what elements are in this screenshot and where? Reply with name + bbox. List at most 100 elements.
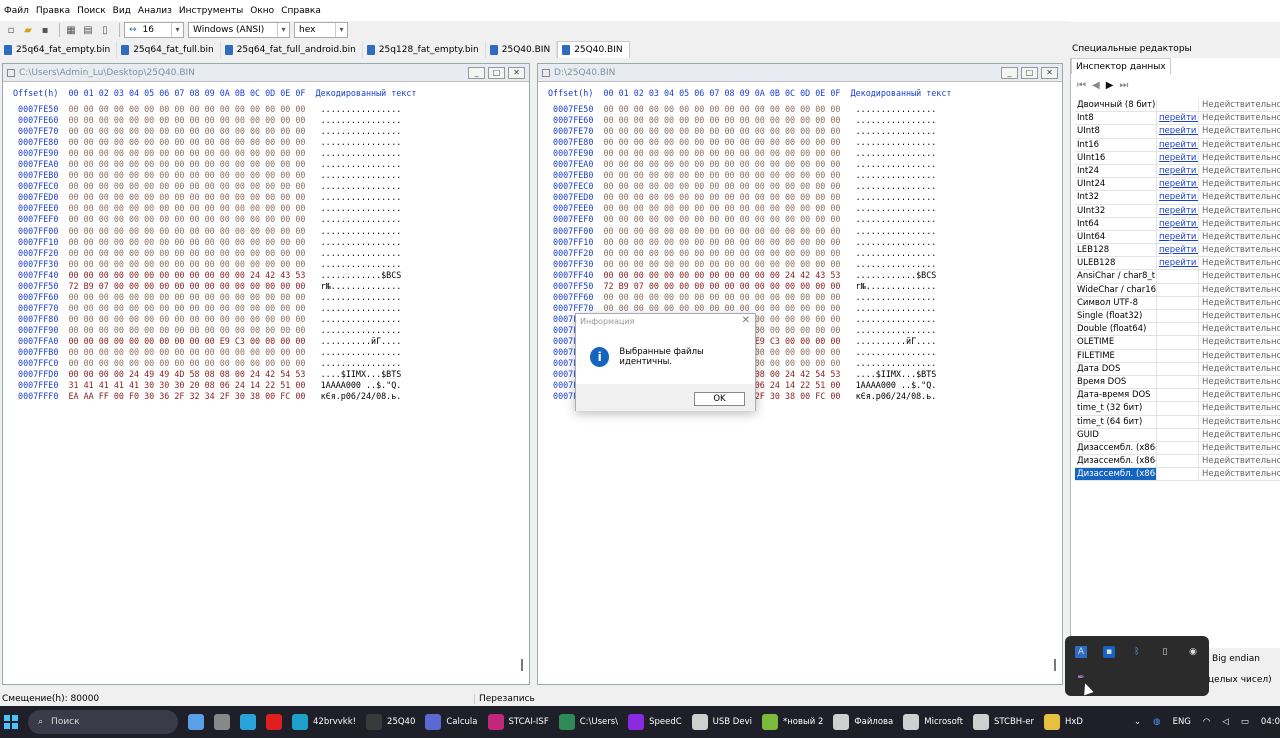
hex-row[interactable]: 0007FEC0 00 00 00 00 00 00 00 00 00 00 0… (13, 181, 416, 192)
row-bytes[interactable]: 00 00 00 00 00 00 00 00 00 00 00 00 00 0… (68, 248, 305, 258)
row-bytes[interactable]: 00 00 00 00 00 00 00 00 00 00 00 00 00 0… (68, 126, 305, 136)
row-bytes[interactable]: 00 00 00 00 00 00 00 00 00 00 00 00 00 0… (68, 214, 305, 224)
hex-row[interactable]: 0007FF00 00 00 00 00 00 00 00 00 00 00 0… (548, 226, 951, 237)
hex-row[interactable]: 0007FED0 00 00 00 00 00 00 00 00 00 00 0… (13, 192, 416, 203)
taskbar-app[interactable]: 42brvvkk! (288, 707, 360, 737)
taskbar-app[interactable]: C:\Users\ (555, 707, 622, 737)
row-ascii[interactable]: ................ (856, 325, 937, 335)
hex-row[interactable]: 0007FFA0 00 00 00 00 00 00 00 00 00 00 E… (13, 336, 416, 347)
taskbar-search[interactable]: ⌕ Поиск (28, 710, 178, 734)
row-ascii[interactable]: ................ (321, 358, 402, 368)
scrollbar[interactable] (521, 659, 523, 671)
inspector-row[interactable]: FILETIME Недействительно (1075, 349, 1280, 363)
taskbar-app[interactable] (210, 707, 234, 737)
goto-link[interactable]: перейти к (1157, 230, 1199, 244)
taskbar-app[interactable]: STCAI-ISF (484, 707, 553, 737)
hex-row[interactable]: 0007FEF0 00 00 00 00 00 00 00 00 00 00 0… (13, 214, 416, 225)
row-ascii[interactable]: ................ (856, 358, 937, 368)
battery-icon[interactable]: ▭ (1241, 717, 1249, 727)
hex-row[interactable]: 0007FE60 00 00 00 00 00 00 00 00 00 00 0… (13, 115, 416, 126)
inspector-row[interactable]: Дата DOS Недействительно (1075, 362, 1280, 376)
row-bytes[interactable]: 00 00 00 00 00 00 00 00 00 00 00 00 00 0… (68, 115, 305, 125)
bluetooth-icon[interactable]: ᛒ (1131, 646, 1143, 658)
inspector-row[interactable]: Single (float32) Недействительно (1075, 310, 1280, 324)
left-hex-panel[interactable]: C:\Users\Admin_Lu\Desktop\25Q40.BIN _ □ … (2, 63, 530, 685)
inspector-row[interactable]: Int32перейти кНедействительно (1075, 191, 1280, 205)
inspector-row[interactable]: ULEB128перейти кНедействительно (1075, 257, 1280, 271)
next-icon[interactable]: ▶ (1106, 80, 1114, 91)
menu-item[interactable]: Поиск (77, 6, 106, 16)
row-bytes[interactable]: 00 00 00 00 00 00 00 00 00 00 00 00 00 0… (603, 170, 840, 180)
goto-link[interactable]: перейти к (1157, 164, 1199, 178)
row-ascii[interactable]: ................ (321, 314, 402, 324)
big-endian-option[interactable]: Big endian (1212, 654, 1260, 664)
row-bytes[interactable]: 00 00 00 00 00 00 00 00 00 00 00 00 00 0… (68, 148, 305, 158)
clock[interactable]: 04:0 (1261, 717, 1280, 727)
inspector-row[interactable]: Дизассембл. (x86-32) Недействительно (1075, 455, 1280, 469)
goto-link[interactable]: перейти к (1157, 178, 1199, 191)
row-ascii[interactable]: ................ (321, 259, 402, 269)
row-ascii[interactable]: ................ (321, 226, 402, 236)
open-file-icon[interactable]: ▰ (21, 23, 35, 37)
minimize-button[interactable]: _ (468, 67, 485, 79)
inspector-row[interactable]: LEB128перейти кНедействительно (1075, 244, 1280, 258)
hex-row[interactable]: 0007FFC0 00 00 00 00 00 00 00 00 00 00 0… (13, 358, 416, 369)
row-ascii[interactable]: ................ (856, 115, 937, 125)
inspector-row[interactable]: OLETIME Недействительно (1075, 336, 1280, 350)
hex-row[interactable]: 0007FF00 00 00 00 00 00 00 00 00 00 00 0… (13, 226, 416, 237)
save-icon[interactable]: ▪ (38, 23, 52, 37)
hex-row[interactable]: 0007FE80 00 00 00 00 00 00 00 00 00 00 0… (548, 137, 951, 148)
inspector-row[interactable]: UInt8перейти кНедействительно (1075, 125, 1280, 139)
goto-link[interactable]: перейти к (1157, 138, 1199, 151)
page-icon[interactable]: ▯ (98, 23, 112, 37)
row-bytes[interactable]: 00 00 00 00 00 00 00 00 00 00 00 00 00 0… (68, 325, 305, 335)
menu-item[interactable]: Анализ (138, 6, 172, 16)
row-ascii[interactable]: ................ (321, 248, 402, 258)
row-ascii[interactable]: ................ (321, 170, 402, 180)
offset-base-select[interactable]: hex ▾ (294, 22, 348, 38)
inspector-row[interactable]: UInt16перейти кНедействительно (1075, 151, 1280, 165)
network-icon[interactable]: ◍ (1153, 717, 1160, 727)
row-ascii[interactable]: ................ (856, 314, 937, 324)
file-tab[interactable]: 25Q40.BIN (486, 41, 558, 58)
row-ascii[interactable]: ................ (856, 226, 937, 236)
row-ascii[interactable]: кЄя.р06/24/08.ь. (856, 391, 937, 401)
row-ascii[interactable]: ................ (856, 159, 937, 169)
hex-row[interactable]: 0007FFE0 31 41 41 41 41 30 30 30 20 08 0… (13, 380, 416, 391)
volume-icon[interactable]: ◁ (1222, 717, 1229, 727)
file-tab[interactable]: 25Q40.BIN (557, 41, 630, 58)
hex-row[interactable]: 0007FEE0 00 00 00 00 00 00 00 00 00 00 0… (13, 203, 416, 214)
row-ascii[interactable]: ................ (856, 303, 937, 313)
menu-item[interactable]: Справка (281, 6, 321, 16)
row-ascii[interactable]: ................ (856, 170, 937, 180)
inspector-row[interactable]: Int64перейти кНедействительно (1075, 217, 1280, 231)
row-ascii[interactable]: ................ (856, 148, 937, 158)
row-bytes[interactable]: 00 00 00 00 00 00 00 00 00 00 00 00 00 0… (68, 137, 305, 147)
row-ascii[interactable]: ................ (856, 347, 937, 357)
hex-row[interactable]: 0007FF50 72 B9 07 00 00 00 00 00 00 00 0… (13, 281, 416, 292)
row-ascii[interactable]: ................ (321, 214, 402, 224)
integer-format-option[interactable]: целых чисел) (1208, 675, 1272, 685)
inspector-row[interactable]: Дизассембл. (x86-16) Недействительно (1075, 441, 1280, 456)
row-ascii[interactable]: ............$BCS (321, 270, 402, 280)
row-ascii[interactable]: ................ (856, 248, 937, 258)
row-bytes[interactable]: 00 00 00 00 00 00 00 00 00 00 00 00 00 0… (603, 237, 840, 247)
maximize-button[interactable]: □ (1021, 67, 1038, 79)
row-bytes[interactable]: 00 00 00 00 00 00 00 00 00 00 00 00 00 0… (603, 159, 840, 169)
row-bytes[interactable]: 00 00 00 00 00 00 00 00 00 00 00 00 00 0… (603, 248, 840, 258)
hex-row[interactable]: 0007FF60 00 00 00 00 00 00 00 00 00 00 0… (548, 292, 951, 303)
inspector-row[interactable]: AnsiChar / char8_t Недействительно (1075, 270, 1280, 284)
row-ascii[interactable]: ................ (856, 192, 937, 202)
taskbar-app[interactable]: Calcula (421, 707, 481, 737)
row-ascii[interactable]: r№.............. (321, 281, 402, 291)
row-ascii[interactable]: ................ (321, 325, 402, 335)
hex-row[interactable]: 0007FF50 72 B9 07 00 00 00 00 00 00 00 0… (548, 281, 951, 292)
app-tray-icon[interactable]: A (1075, 646, 1087, 658)
hex-row[interactable]: 0007FE60 00 00 00 00 00 00 00 00 00 00 0… (548, 115, 951, 126)
gamepad-icon[interactable]: ▪ (1103, 646, 1115, 658)
hex-row[interactable]: 0007FEA0 00 00 00 00 00 00 00 00 00 00 0… (548, 159, 951, 170)
inspector-row[interactable]: Int24перейти кНедействительно (1075, 164, 1280, 179)
taskbar-app[interactable]: STCBH-er (969, 707, 1038, 737)
hex-row[interactable]: 0007FEA0 00 00 00 00 00 00 00 00 00 00 0… (13, 159, 416, 170)
goto-link[interactable]: перейти к (1157, 125, 1199, 138)
